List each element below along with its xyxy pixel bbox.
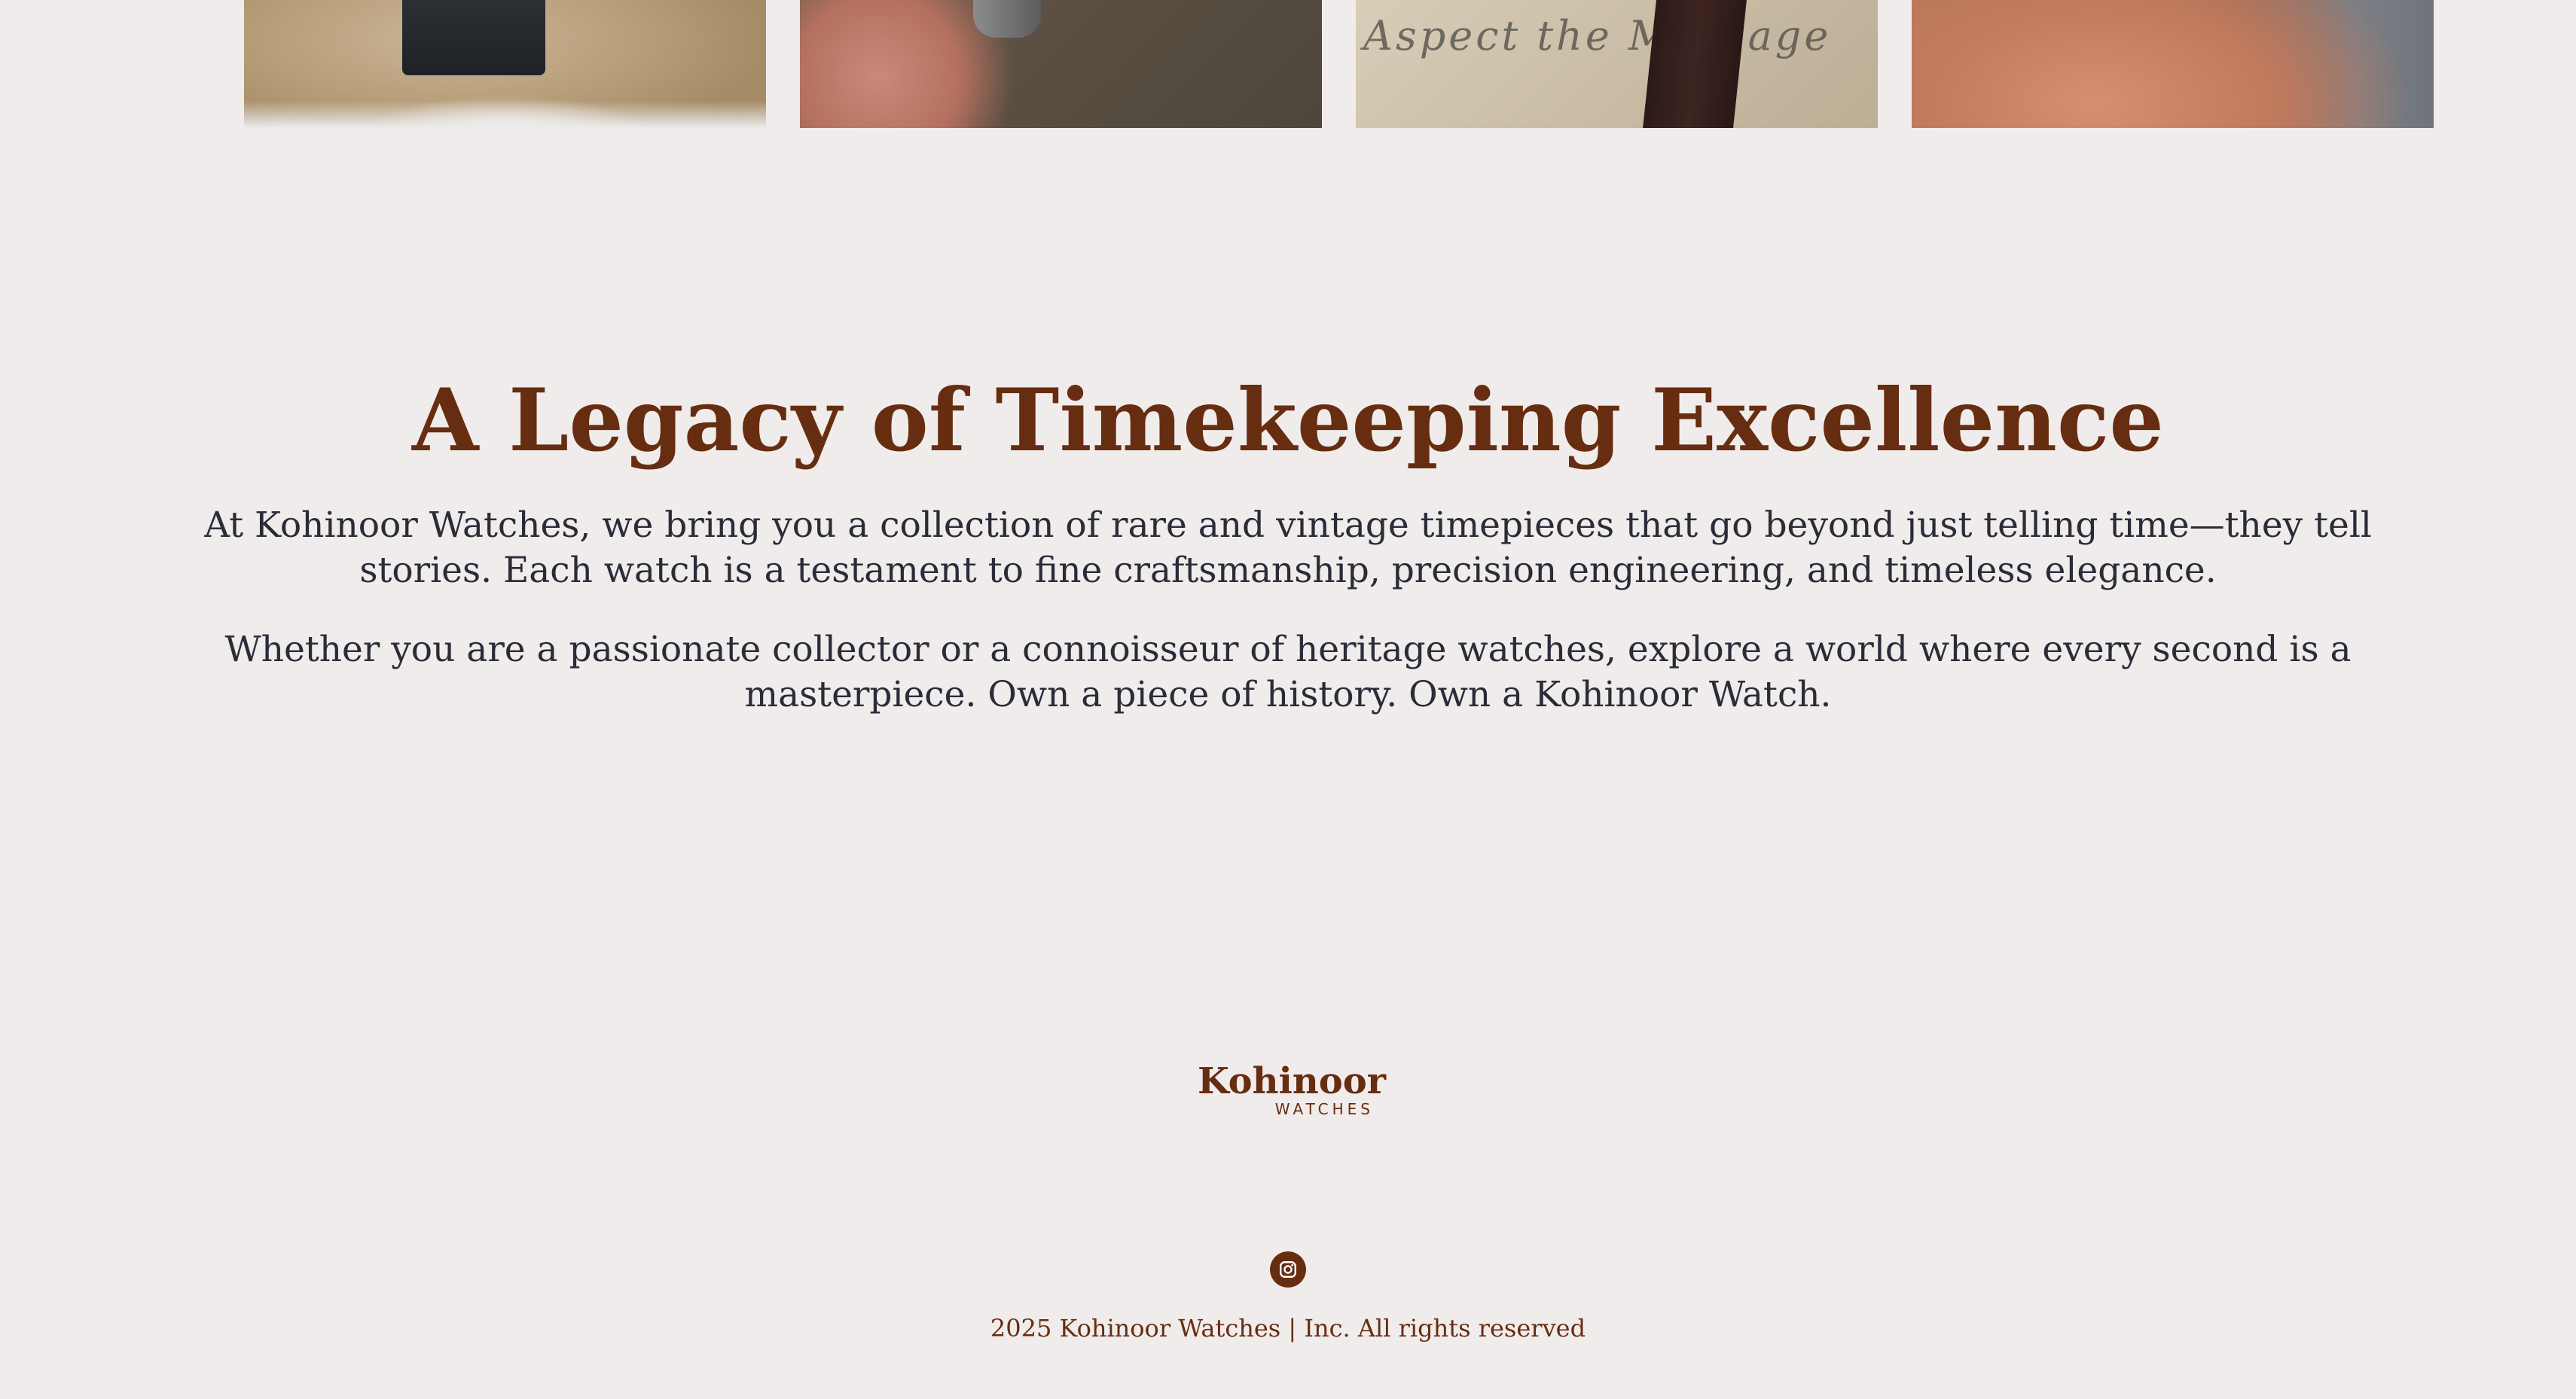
instagram-link[interactable] (1270, 1251, 1306, 1288)
legacy-paragraph-collector: Whether you are a passionate collector o… (224, 629, 2352, 715)
image-gallery: Aspect the Message (0, 0, 2576, 128)
gallery-image-watch-hand-closeup[interactable] (1912, 0, 2434, 128)
gallery-image-watch-on-letter[interactable]: Aspect the Message (1356, 0, 1878, 128)
logo-subtitle: WATCHES (1274, 1100, 1374, 1118)
copyright-text: 2025 Kohinoor Watches | Inc. All rights … (990, 1314, 1586, 1343)
instagram-icon (1280, 1261, 1296, 1278)
legacy-paragraph-intro: At Kohinoor Watches, we bring you a coll… (204, 504, 2372, 591)
legacy-heading: A Legacy of Timekeeping Excellence (412, 370, 2164, 471)
logo-wordmark: Kohinoor (1198, 1060, 1387, 1102)
handwritten-script-decoration: Aspect the Message (1363, 12, 1832, 59)
gallery-image-watch-on-cushion[interactable] (244, 0, 766, 128)
footer-logo[interactable]: Kohinoor WATCHES (1198, 1060, 1387, 1118)
gallery-image-watch-in-hand[interactable] (800, 0, 1322, 128)
